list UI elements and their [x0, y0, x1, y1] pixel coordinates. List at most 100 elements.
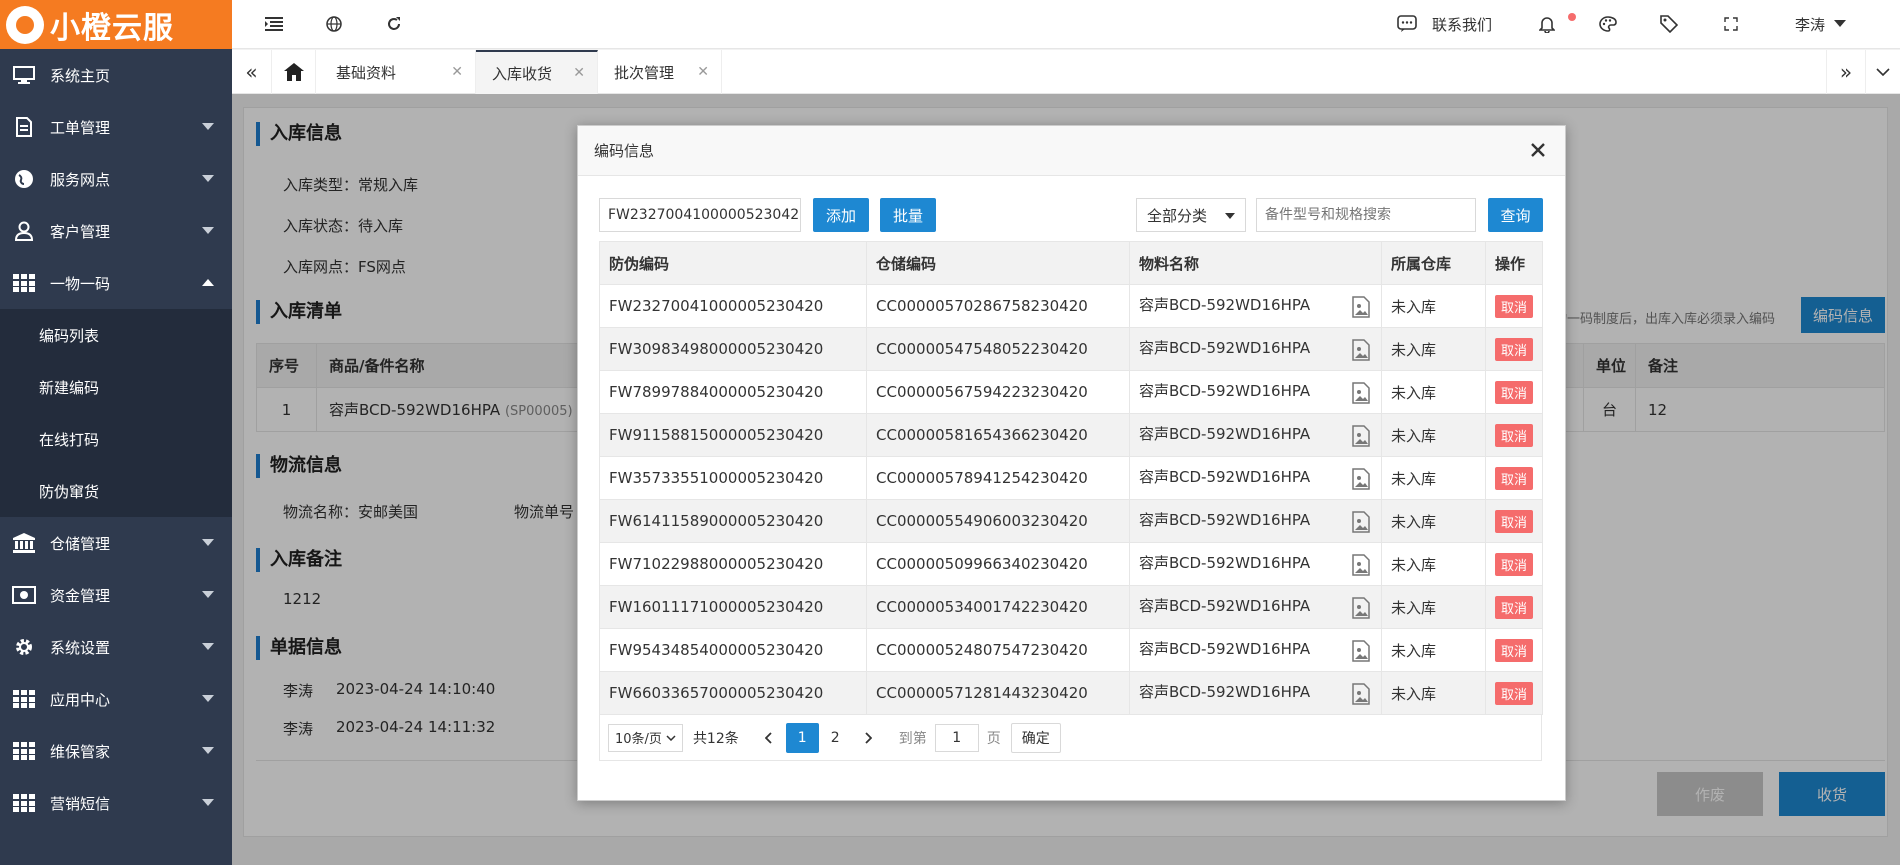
cell-warehouse: 未入库 — [1381, 628, 1486, 672]
cell-cc-code: CC00000581654366230420 — [866, 413, 1130, 457]
tab-basic-info[interactable]: 基础资料 ✕ — [316, 50, 476, 94]
goto-page-input[interactable]: 1 — [934, 723, 979, 752]
cell-operation: 取消 — [1485, 585, 1543, 629]
material-name: 容声BCD-592WD16HPA — [1139, 597, 1311, 615]
submenu-item-anti-fake[interactable]: 防伪窜货 — [0, 465, 232, 517]
home-icon — [283, 63, 304, 81]
grid-icon — [12, 793, 36, 813]
close-icon[interactable] — [1527, 139, 1549, 161]
image-icon[interactable] — [1351, 468, 1371, 490]
cancel-button[interactable]: 取消 — [1495, 466, 1534, 490]
header-warehouse: 所属仓库 — [1381, 241, 1486, 285]
cancel-button[interactable]: 取消 — [1495, 552, 1534, 576]
grid-icon — [12, 689, 36, 709]
sidebar-item-orders[interactable]: 工单管理 — [0, 101, 232, 153]
cell-operation: 取消 — [1485, 456, 1543, 500]
image-icon[interactable] — [1351, 554, 1371, 576]
fullscreen-icon[interactable] — [1721, 14, 1741, 34]
add-button[interactable]: 添加 — [813, 198, 869, 232]
sidebar-item-home[interactable]: 系统主页 — [0, 49, 232, 101]
search-input[interactable] — [1256, 198, 1476, 232]
cell-operation: 取消 — [1485, 499, 1543, 543]
image-icon[interactable] — [1351, 640, 1371, 662]
logo[interactable]: 小橙云服 — [0, 0, 232, 49]
sidebar-item-warehouse[interactable]: 仓储管理 — [0, 517, 232, 569]
chat-icon[interactable] — [1397, 14, 1417, 34]
goto-confirm-button[interactable]: 确定 — [1010, 722, 1061, 753]
menu-toggle-icon[interactable] — [264, 14, 284, 34]
close-icon[interactable]: ✕ — [573, 65, 585, 81]
close-icon[interactable]: ✕ — [697, 64, 709, 80]
palette-icon[interactable] — [1598, 14, 1618, 34]
sidebar-item-maintenance[interactable]: 维保管家 — [0, 725, 232, 777]
bell-icon[interactable] — [1537, 14, 1557, 34]
cell-material-name: 容声BCD-592WD16HPA — [1129, 413, 1382, 457]
cell-material-name: 容声BCD-592WD16HPA — [1129, 628, 1382, 672]
submenu-item-new-code[interactable]: 新建编码 — [0, 361, 232, 413]
sidebar-item-outlets[interactable]: 服务网点 — [0, 153, 232, 205]
cancel-button[interactable]: 取消 — [1495, 337, 1534, 361]
image-icon[interactable] — [1351, 597, 1371, 619]
page-1-button[interactable]: 1 — [785, 722, 819, 753]
cancel-button[interactable]: 取消 — [1495, 423, 1534, 447]
tabs-dropdown[interactable] — [1866, 50, 1900, 94]
globe-icon — [12, 169, 36, 189]
tab-batch-manage[interactable]: 批次管理 ✕ — [598, 50, 722, 94]
query-button[interactable]: 查询 — [1488, 198, 1543, 232]
chevron-down-icon — [202, 175, 214, 182]
cell-warehouse: 未入库 — [1381, 284, 1486, 328]
cell-fw-code: FW91158815000005230420 — [599, 413, 867, 457]
cancel-button[interactable]: 取消 — [1495, 509, 1534, 533]
cancel-button[interactable]: 取消 — [1495, 638, 1534, 662]
cancel-button[interactable]: 取消 — [1495, 380, 1534, 404]
sidebar-item-settings[interactable]: 系统设置 — [0, 621, 232, 673]
sidebar-item-sms[interactable]: 营销短信 — [0, 777, 232, 829]
image-icon[interactable] — [1351, 296, 1371, 318]
tabs-bar: « 基础资料 ✕ 入库收货 ✕ 批次管理 ✕ » — [232, 50, 1900, 94]
contact-us-link[interactable]: 联系我们 — [1432, 14, 1492, 35]
submenu-item-code-list[interactable]: 编码列表 — [0, 309, 232, 361]
sidebar-item-label: 客户管理 — [50, 222, 111, 241]
image-icon[interactable] — [1351, 683, 1371, 705]
cancel-button[interactable]: 取消 — [1495, 595, 1534, 619]
close-icon[interactable]: ✕ — [451, 64, 463, 80]
chevron-down-icon — [202, 539, 214, 546]
chevron-down-icon[interactable] — [1834, 20, 1846, 27]
image-icon[interactable] — [1351, 425, 1371, 447]
prev-page-button[interactable] — [753, 723, 786, 753]
tab-home[interactable] — [272, 50, 316, 94]
tag-icon[interactable] — [1659, 14, 1679, 34]
submenu-one-code: 编码列表 新建编码 在线打码 防伪窜货 — [0, 309, 232, 517]
image-icon[interactable] — [1351, 382, 1371, 404]
refresh-icon[interactable] — [384, 14, 404, 34]
page-2-button[interactable]: 2 — [819, 723, 852, 753]
cell-warehouse: 未入库 — [1381, 671, 1486, 715]
code-table-body: FW23270041000005230420 CC0000057028675823… — [599, 284, 1543, 715]
cancel-button[interactable]: 取消 — [1495, 681, 1534, 705]
tabs-scroll-right[interactable]: » — [1826, 50, 1866, 94]
sidebar-item-one-code[interactable]: 一物一码 — [0, 257, 232, 309]
tabs-scroll-left[interactable]: « — [232, 50, 272, 94]
sidebar-item-funds[interactable]: 资金管理 — [0, 569, 232, 621]
cell-cc-code: CC00000534001742230420 — [866, 585, 1130, 629]
code-input[interactable] — [599, 198, 801, 232]
sidebar-item-label: 仓储管理 — [50, 534, 111, 553]
batch-button[interactable]: 批量 — [880, 198, 936, 232]
total-count: 共12条 — [692, 730, 739, 747]
submenu-item-online-print[interactable]: 在线打码 — [0, 413, 232, 465]
cell-material-name: 容声BCD-592WD16HPA — [1129, 370, 1382, 414]
tab-inbound-receive[interactable]: 入库收货 ✕ — [476, 50, 598, 94]
double-chevron-right-icon: » — [1839, 60, 1853, 84]
user-name[interactable]: 李涛 — [1795, 14, 1825, 35]
page-size-select[interactable]: 10条/页 — [608, 723, 683, 752]
image-icon[interactable] — [1351, 339, 1371, 361]
sidebar-item-label: 应用中心 — [50, 690, 111, 709]
chevron-up-icon — [202, 279, 214, 286]
image-icon[interactable] — [1351, 511, 1371, 533]
sidebar-item-app-center[interactable]: 应用中心 — [0, 673, 232, 725]
sidebar-item-customers[interactable]: 客户管理 — [0, 205, 232, 257]
cancel-button[interactable]: 取消 — [1495, 294, 1534, 318]
category-select[interactable]: 全部分类 — [1136, 198, 1246, 232]
globe-icon[interactable] — [324, 14, 344, 34]
next-page-button[interactable] — [852, 723, 885, 753]
